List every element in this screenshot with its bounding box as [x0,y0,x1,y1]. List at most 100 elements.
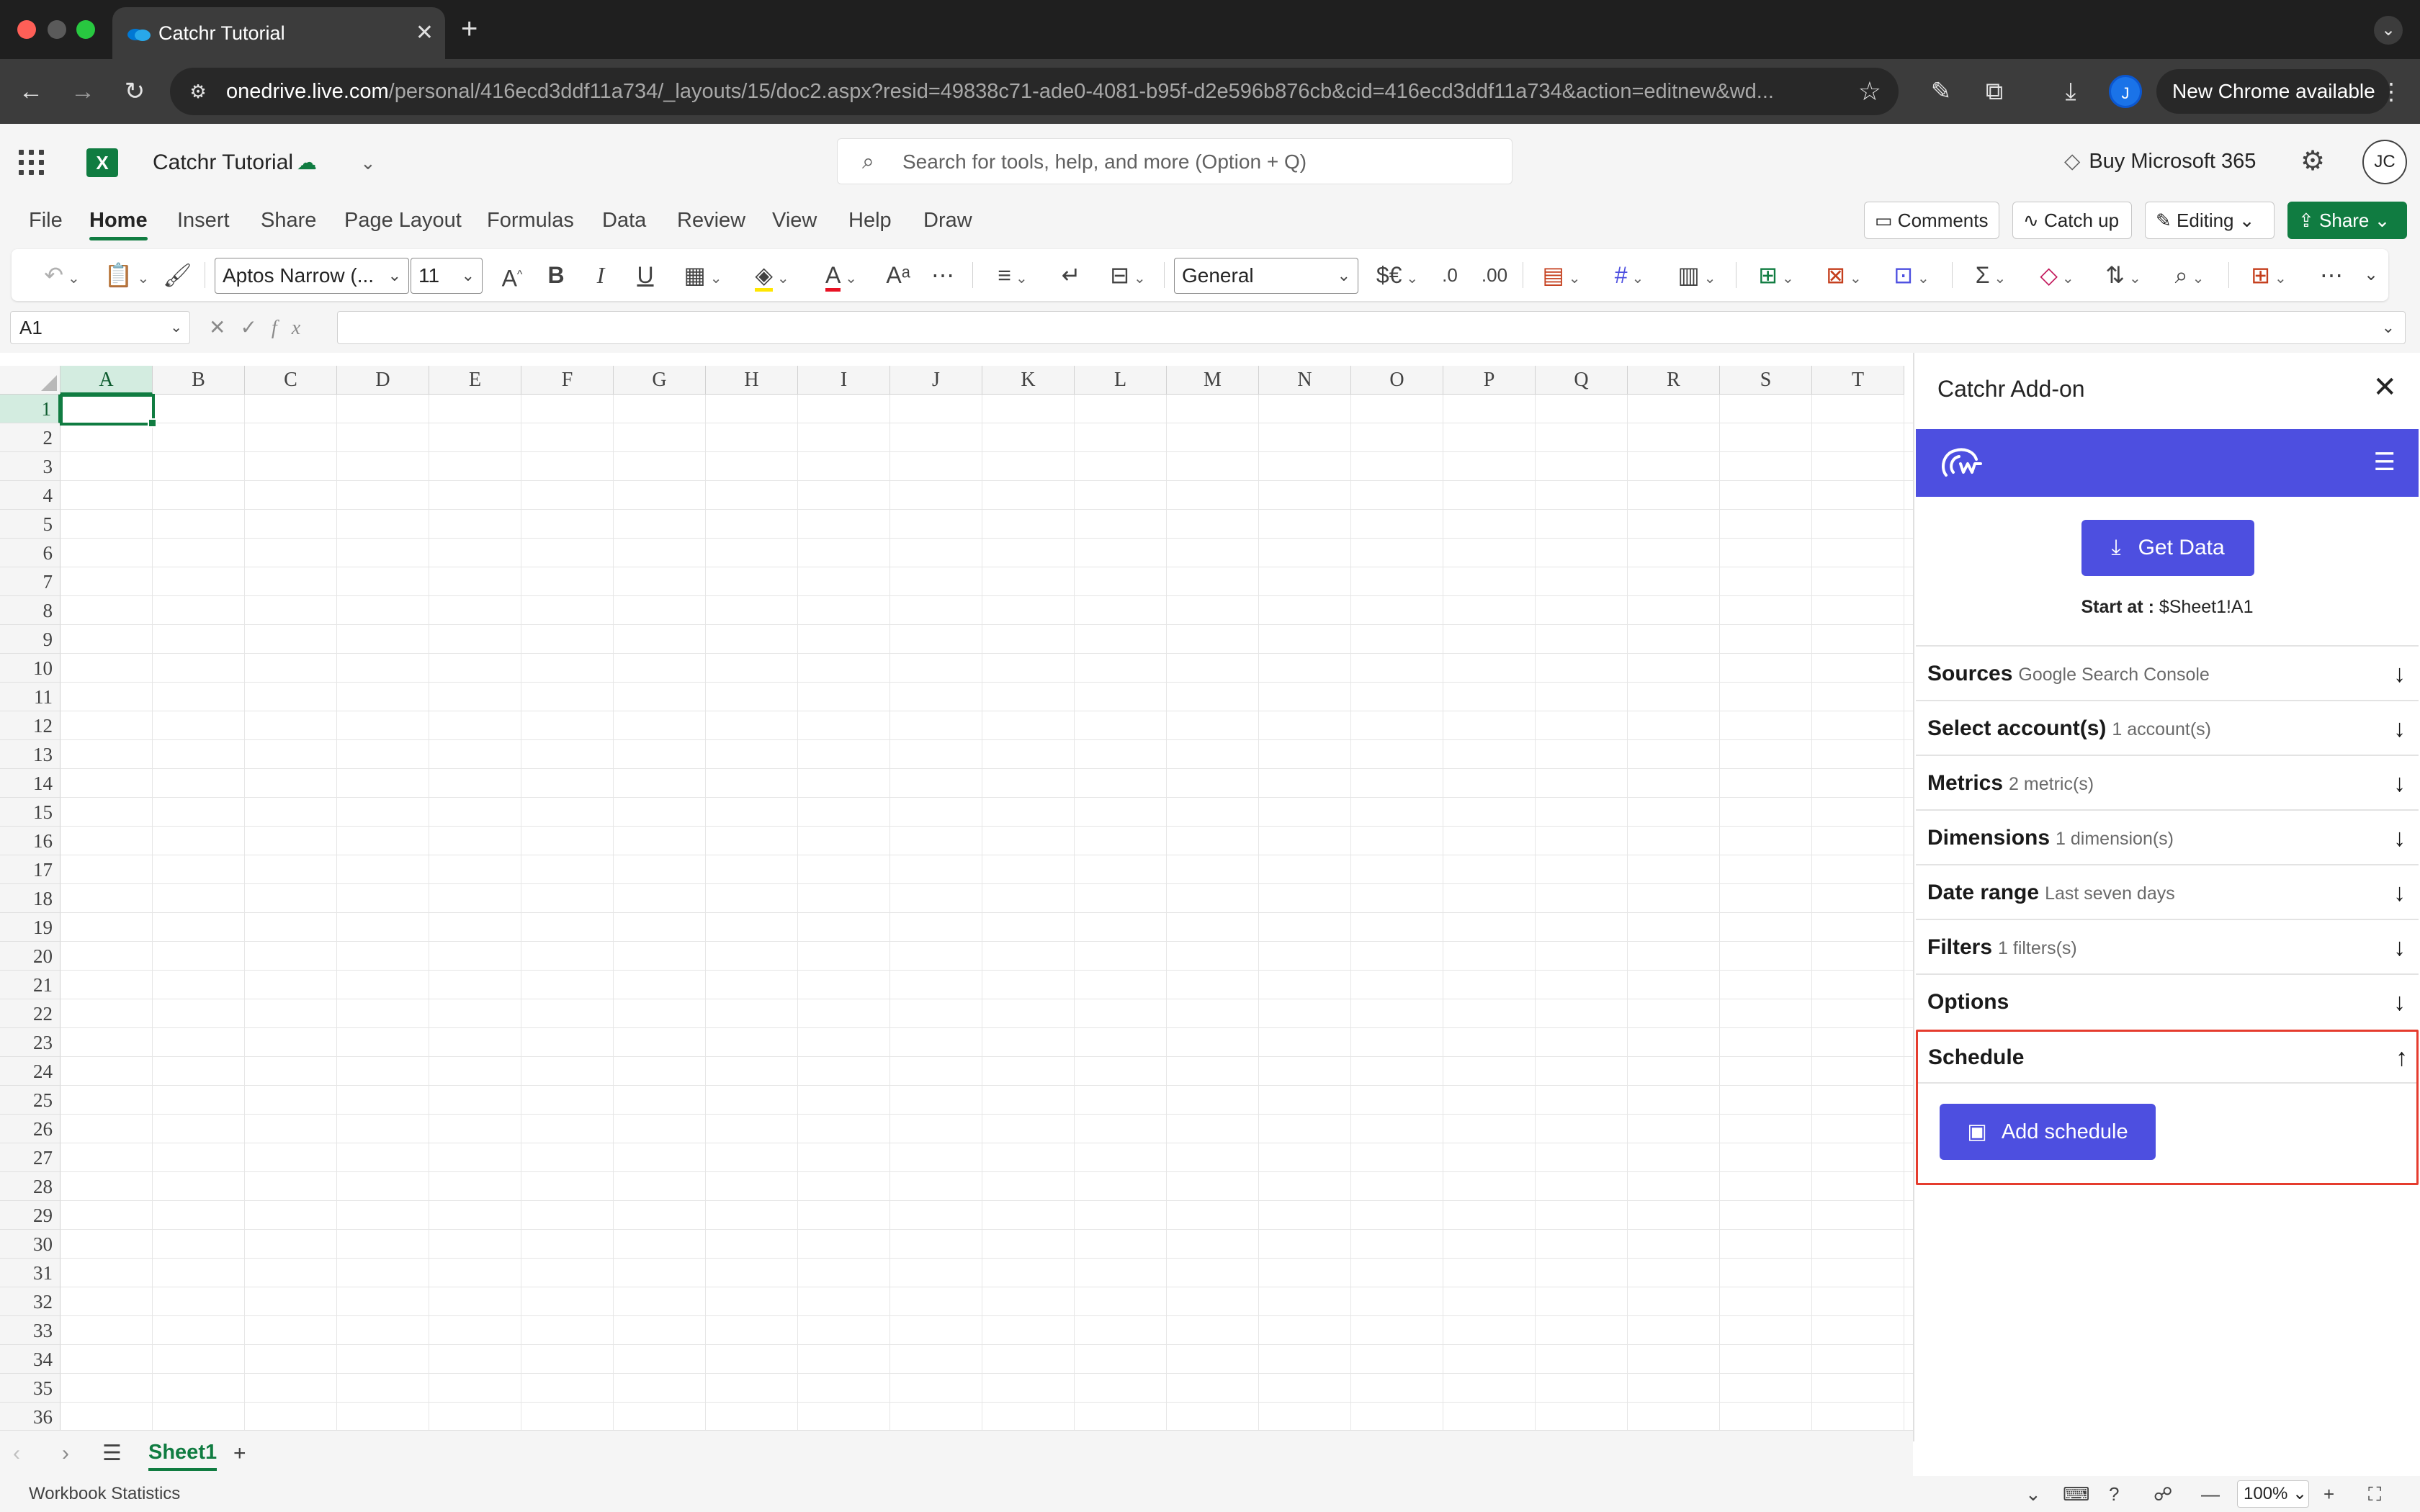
paste-icon[interactable]: 📋 ⌄ [98,259,156,291]
new-chrome-available-button[interactable]: New Chrome available [2156,69,2390,114]
row-header-27[interactable]: 27 [0,1143,60,1172]
tab-view[interactable]: View [772,206,817,235]
row-header-35[interactable]: 35 [0,1374,60,1403]
collapse-arrow-icon[interactable]: ↑ [2396,1043,2408,1072]
merge-cells-icon[interactable]: ⊟ ⌄ [1099,259,1157,291]
row-header-23[interactable]: 23 [0,1028,60,1057]
borders-icon[interactable]: ▦ ⌄ [674,259,732,291]
row-header-2[interactable]: 2 [0,423,60,452]
decrease-decimal-icon[interactable]: .00 [1476,259,1512,291]
format-as-table-icon[interactable]: # ⌄ [1600,259,1658,291]
get-data-button[interactable]: ⤓ Get Data [2081,520,2254,576]
row-header-21[interactable]: 21 [0,971,60,999]
column-header-d[interactable]: D [337,366,429,395]
section-schedule[interactable]: Schedule ↑ [1918,1032,2416,1084]
add-schedule-button[interactable]: ▣ Add schedule [1940,1104,2156,1160]
section-sources[interactable]: Sources Google Search Console ↓ [1916,645,2419,700]
add-sheet-icon[interactable]: + [233,1439,246,1468]
column-header-g[interactable]: G [614,366,706,395]
font-size-select[interactable]: 11 ⌄ [411,258,483,294]
site-info-icon[interactable]: ⚙ [184,78,212,105]
tab-file[interactable]: File [29,206,63,235]
column-header-p[interactable]: P [1443,366,1536,395]
all-sheets-menu-icon[interactable]: ☰ [102,1439,122,1468]
new-tab-icon[interactable]: + [461,12,478,46]
workbook-statistics[interactable]: Workbook Statistics [29,1482,180,1506]
column-header-i[interactable]: I [798,366,890,395]
settings-gear-icon[interactable]: ⚙ [2300,145,2325,177]
row-header-5[interactable]: 5 [0,510,60,539]
app-launcher-icon[interactable] [19,150,45,176]
currency-format-icon[interactable]: $€ ⌄ [1368,259,1426,291]
document-title[interactable]: Catchr Tutorial [153,148,293,177]
column-header-o[interactable]: O [1351,366,1443,395]
minimize-window-button[interactable] [48,20,66,39]
row-header-20[interactable]: 20 [0,942,60,971]
section-options[interactable]: Options ↓ [1916,973,2419,1028]
column-header-f[interactable]: F [521,366,614,395]
back-icon[interactable]: ← [14,75,48,108]
section-date-range[interactable]: Date range Last seven days ↓ [1916,864,2419,919]
row-header-13[interactable]: 13 [0,740,60,769]
row-header-12[interactable]: 12 [0,711,60,740]
bold-icon[interactable]: B [542,259,570,291]
row-header-17[interactable]: 17 [0,855,60,884]
row-header-15[interactable]: 15 [0,798,60,827]
fullscreen-icon[interactable]: ⛶ [2368,1482,2381,1506]
section-select-accounts[interactable]: Select account(s) 1 account(s) ↓ [1916,700,2419,755]
bookmark-star-icon[interactable]: ☆ [1858,76,1881,107]
conditional-formatting-icon[interactable]: ▤ ⌄ [1533,259,1590,291]
comments-button[interactable]: ▭ Comments [1864,202,1999,239]
tab-search-icon[interactable]: ⌄ [2374,16,2403,45]
editing-mode-button[interactable]: ✎ Editing ⌄ [2145,202,2275,239]
row-header-31[interactable]: 31 [0,1259,60,1287]
row-header-3[interactable]: 3 [0,452,60,481]
buy-microsoft-365-button[interactable]: ◇ Buy Microsoft 365 [2064,147,2256,176]
row-header-26[interactable]: 26 [0,1115,60,1143]
expand-ribbon-icon[interactable]: ⌄ [2357,259,2385,291]
profile-avatar[interactable]: J [2109,75,2142,108]
tab-insert[interactable]: Insert [177,206,230,235]
increase-decimal-icon[interactable]: .0 [1432,259,1468,291]
expand-arrow-icon[interactable]: ↓ [2393,714,2406,743]
browser-tab[interactable]: Catchr Tutorial ✕ [112,7,445,59]
tab-home[interactable]: Home [89,206,148,240]
tab-review[interactable]: Review [677,206,745,235]
find-icon[interactable]: ⌕ ⌄ [2161,259,2218,291]
row-header-19[interactable]: 19 [0,913,60,942]
italic-icon[interactable]: I [586,259,615,291]
status-chevron-icon[interactable]: ⌄ [2025,1482,2041,1506]
expand-arrow-icon[interactable]: ↓ [2393,988,2406,1017]
zoom-select[interactable]: 100% ⌄ [2237,1480,2309,1508]
column-header-e[interactable]: E [429,366,521,395]
url-text[interactable]: onedrive.live.com/personal/416ecd3ddf11a… [226,78,1811,105]
close-pane-icon[interactable]: ✕ [2372,372,2397,403]
column-header-s[interactable]: S [1720,366,1812,395]
row-header-1[interactable]: 1 [0,395,60,423]
expand-arrow-icon[interactable]: ↓ [2393,824,2406,852]
column-header-r[interactable]: R [1628,366,1720,395]
column-header-n[interactable]: N [1259,366,1351,395]
search-input[interactable]: ⌕ Search for tools, help, and more (Opti… [837,138,1512,184]
row-header-18[interactable]: 18 [0,884,60,913]
sort-filter-icon[interactable]: ⇅ ⌄ [2094,259,2152,291]
expand-arrow-icon[interactable]: ↓ [2393,933,2406,962]
more-font-options-icon[interactable]: ⋯ [925,259,961,291]
number-format-select[interactable]: General ⌄ [1174,258,1358,294]
row-header-34[interactable]: 34 [0,1345,60,1374]
font-color-icon[interactable]: A ⌄ [812,259,870,292]
addon-menu-icon[interactable]: ☰ [2374,448,2396,477]
next-sheet-icon[interactable]: › [62,1439,69,1468]
row-header-10[interactable]: 10 [0,654,60,683]
row-header-14[interactable]: 14 [0,769,60,798]
extensions-icon[interactable]: ⧉ [1978,75,2011,108]
format-painter-icon[interactable]: 🖌 [163,259,192,291]
help-icon[interactable]: ? [2109,1482,2119,1506]
more-commands-icon[interactable]: ⋯ [2313,259,2349,291]
column-header-k[interactable]: K [982,366,1075,395]
row-header-33[interactable]: 33 [0,1316,60,1345]
select-all-corner[interactable] [0,366,60,395]
prev-sheet-icon[interactable]: ‹ [13,1439,20,1468]
format-cells-icon[interactable]: ⊡ ⌄ [1883,259,1940,291]
download-icon[interactable]: ⤓ [2054,75,2087,108]
